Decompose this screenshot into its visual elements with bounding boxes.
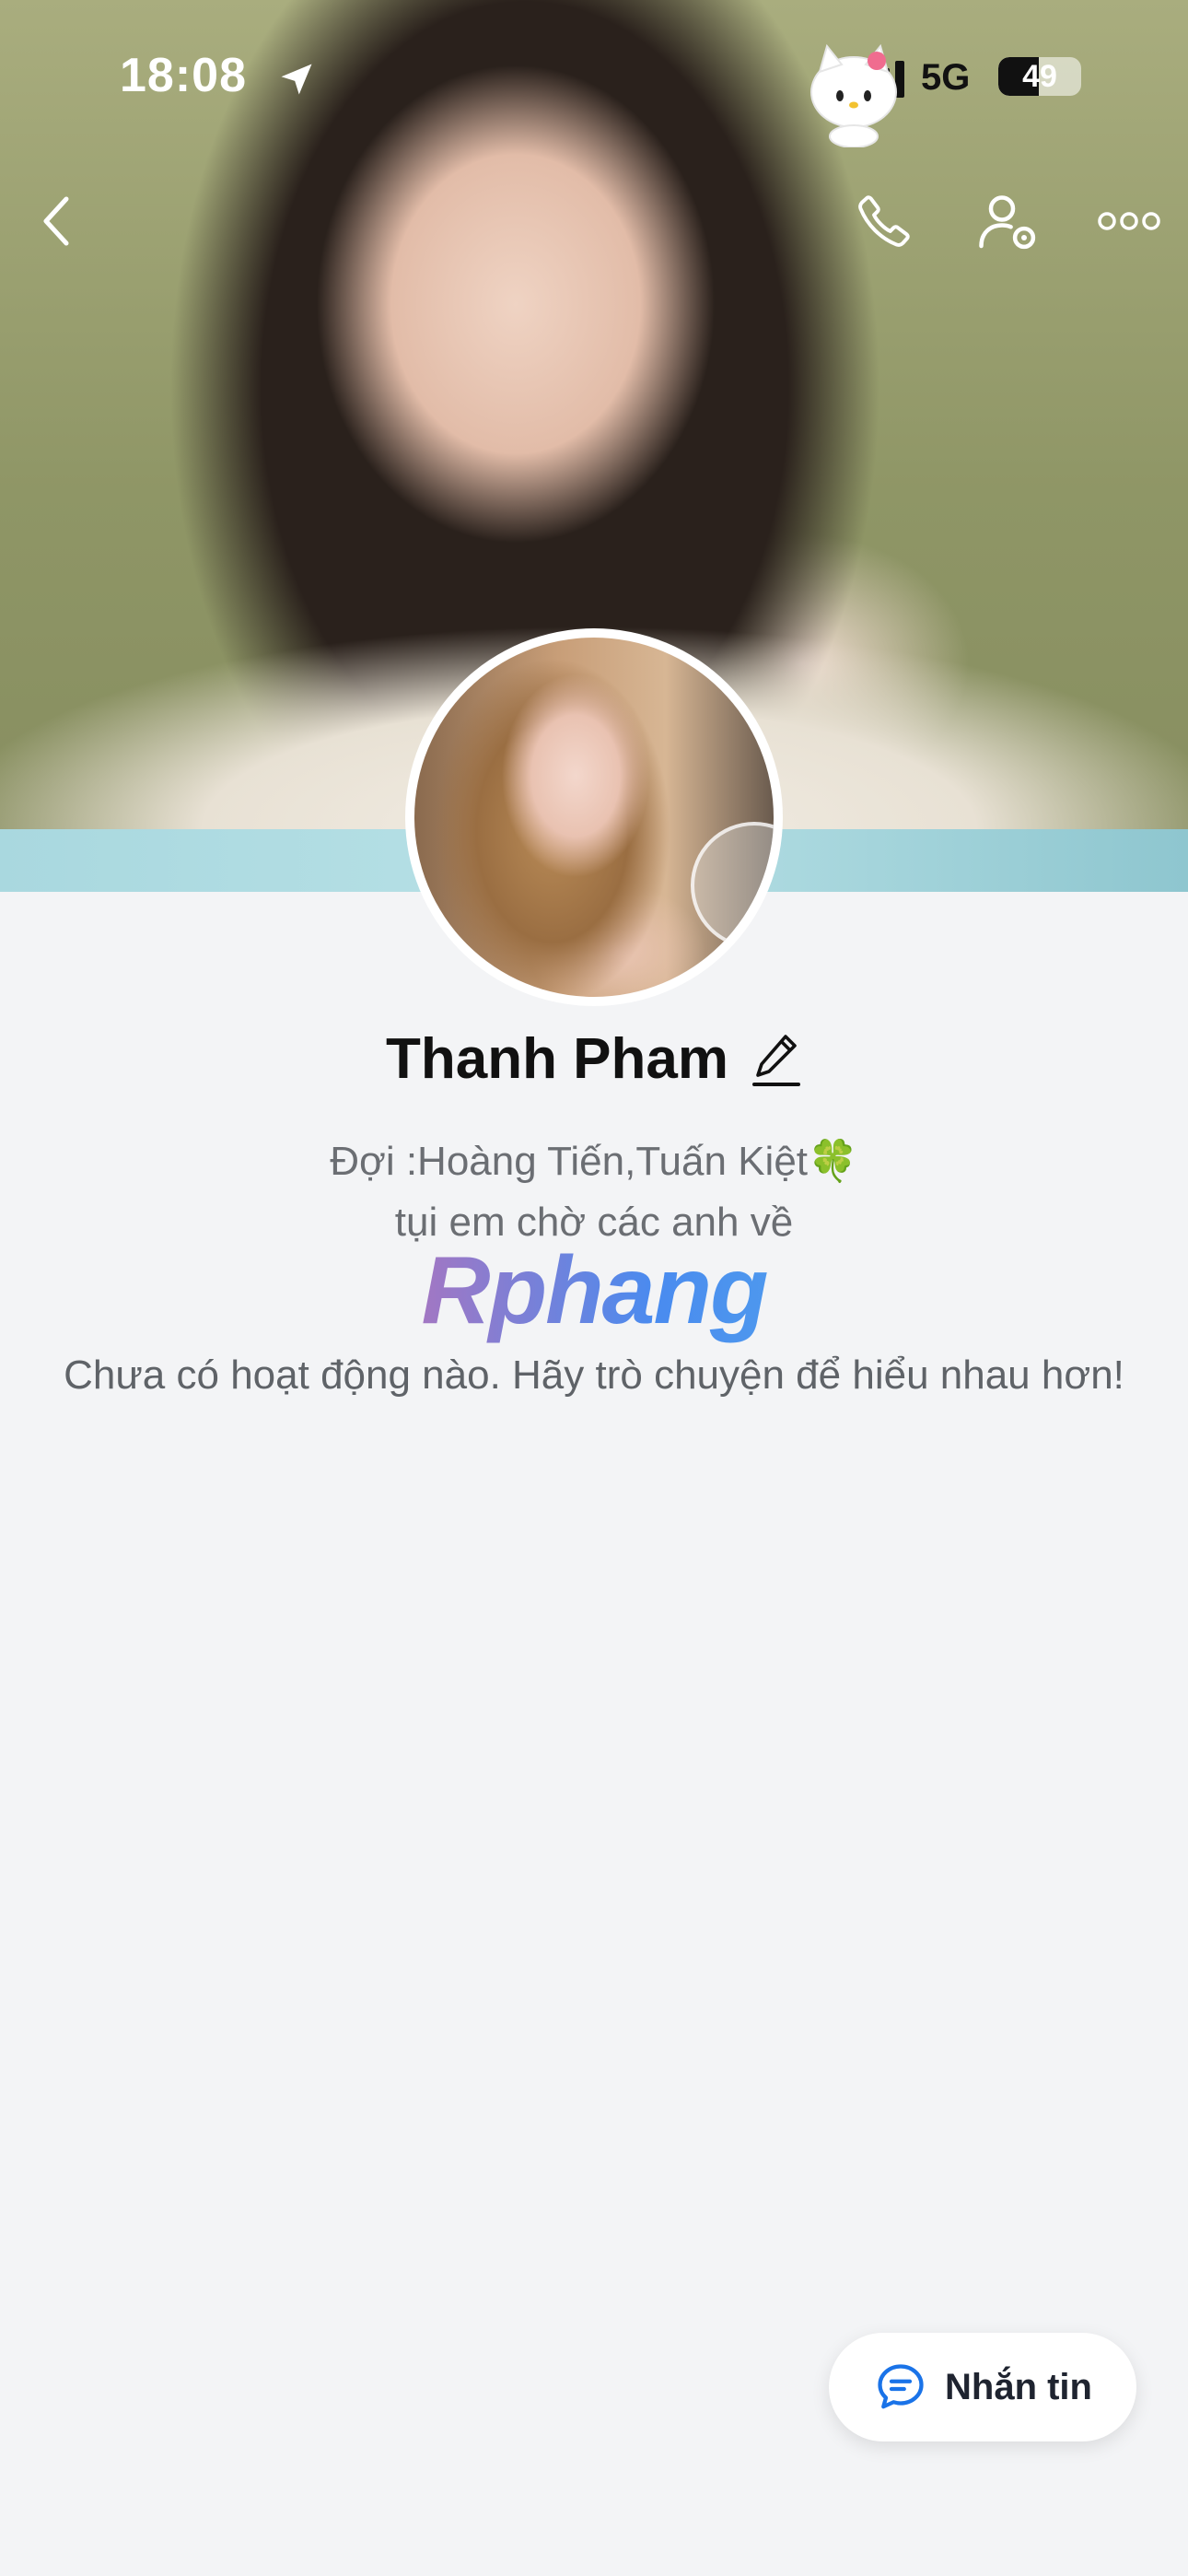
network-type: 5G (921, 57, 971, 98)
brand-watermark: Rphang (0, 1236, 1188, 1346)
edit-pencil-icon[interactable] (751, 1031, 802, 1088)
more-options-button[interactable] (1092, 184, 1166, 258)
profile-settings-button[interactable] (971, 184, 1044, 258)
kitty-sticker-icon (810, 43, 897, 147)
avatar-photo-detail (691, 822, 774, 949)
profile-bio: Đợi :Hoàng Tiến,Tuấn Kiệt🍀 tụi em chờ cá… (0, 1131, 1188, 1253)
message-button[interactable]: Nhắn tin (829, 2333, 1136, 2441)
back-icon (43, 196, 69, 246)
bio-line-1: Đợi :Hoàng Tiến,Tuấn Kiệt🍀 (330, 1139, 858, 1184)
user-settings-icon (979, 195, 1036, 250)
phone-icon (858, 195, 910, 247)
avatar-image (414, 638, 774, 997)
back-button[interactable] (20, 184, 94, 258)
chat-bubble-icon (878, 2364, 924, 2409)
message-button-label: Nhắn tin (945, 2366, 1092, 2407)
more-icon (1098, 212, 1160, 230)
avatar[interactable] (405, 628, 783, 1006)
battery-indicator: 49 (998, 57, 1081, 96)
profile-name: Thanh Pham (385, 1027, 729, 1091)
empty-activity-message: Chưa có hoạt động nào. Hãy trò chuyện để… (64, 1352, 1124, 1398)
location-arrow-icon (281, 64, 312, 95)
call-button[interactable] (847, 184, 921, 258)
battery-level: 49 (1022, 59, 1057, 94)
status-time: 18:08 (120, 49, 247, 102)
name-row: Thanh Pham (0, 1026, 1188, 1092)
